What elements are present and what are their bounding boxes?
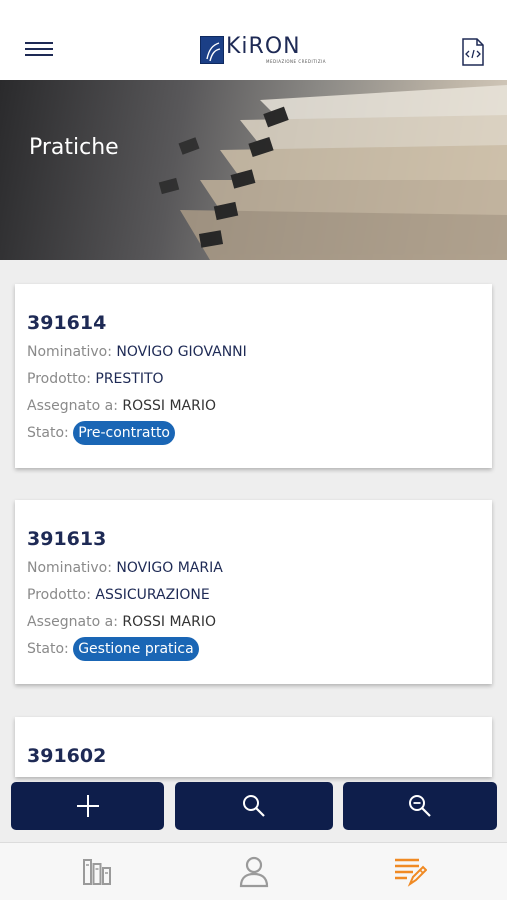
tab-profile[interactable] (194, 843, 314, 900)
page-title: Pratiche (29, 135, 119, 160)
assegnato-value: ROSSI MARIO (122, 614, 217, 630)
tab-dashboard[interactable] (37, 843, 157, 900)
hamburger-menu-icon[interactable] (25, 42, 53, 60)
nominativo-label: Nominativo: (27, 344, 112, 360)
pratica-id: 391602 (27, 745, 107, 767)
zoom-out-icon (409, 795, 431, 817)
stato-label: Stato: (27, 425, 69, 441)
stato-row: Stato: Pre-contratto (27, 421, 176, 445)
edit-list-icon (395, 858, 427, 887)
pratica-id: 391614 (27, 312, 107, 334)
add-button[interactable] (11, 782, 164, 830)
assegnato-value: ROSSI MARIO (122, 398, 217, 414)
zoom-out-button[interactable] (343, 782, 497, 830)
assegnato-row: Assegnato a: ROSSI MARIO (27, 398, 216, 414)
logo-mark-icon (200, 36, 224, 64)
assegnato-label: Assegnato a: (27, 614, 118, 630)
nominativo-row: Nominativo: NOVIGO GIOVANNI (27, 344, 247, 360)
assegnato-label: Assegnato a: (27, 398, 118, 414)
code-document-icon[interactable] (462, 38, 484, 66)
nominativo-label: Nominativo: (27, 560, 112, 576)
dashboard-icon (83, 859, 111, 885)
user-icon (239, 856, 269, 888)
kiron-logo: KiRON MEDIAZIONE CREDITIZIA (200, 36, 326, 64)
app-header: KiRON MEDIAZIONE CREDITIZIA (0, 0, 507, 80)
hero-banner: Pratiche (0, 80, 507, 260)
prodotto-value: ASSICURAZIONE (95, 587, 210, 603)
prodotto-value: PRESTITO (95, 371, 164, 387)
status-badge: Gestione pratica (73, 637, 199, 661)
prodotto-row: Prodotto: ASSICURAZIONE (27, 587, 210, 603)
stato-label: Stato: (27, 641, 69, 657)
prodotto-row: Prodotto: PRESTITO (27, 371, 164, 387)
logo-name: KiRON (226, 34, 301, 59)
pratica-id: 391613 (27, 528, 107, 550)
stato-row: Stato: Gestione pratica (27, 637, 199, 661)
logo-tagline: MEDIAZIONE CREDITIZIA (266, 59, 326, 64)
bottom-tab-bar (0, 842, 507, 900)
pratica-card[interactable]: 391614 Nominativo: NOVIGO GIOVANNI Prodo… (15, 284, 492, 468)
plus-icon (76, 795, 99, 817)
status-badge: Pre-contratto (73, 421, 176, 445)
assegnato-row: Assegnato a: ROSSI MARIO (27, 614, 216, 630)
tab-pratiche[interactable] (350, 843, 470, 900)
search-icon (243, 795, 265, 817)
nominativo-value: NOVIGO MARIA (116, 560, 223, 576)
pratica-card[interactable]: 391602 (15, 717, 492, 777)
prodotto-label: Prodotto: (27, 371, 91, 387)
paper-stack-image (158, 85, 507, 260)
action-bar (0, 782, 507, 832)
nominativo-value: NOVIGO GIOVANNI (116, 344, 247, 360)
pratica-card[interactable]: 391613 Nominativo: NOVIGO MARIA Prodotto… (15, 500, 492, 684)
prodotto-label: Prodotto: (27, 587, 91, 603)
nominativo-row: Nominativo: NOVIGO MARIA (27, 560, 223, 576)
search-button[interactable] (175, 782, 333, 830)
